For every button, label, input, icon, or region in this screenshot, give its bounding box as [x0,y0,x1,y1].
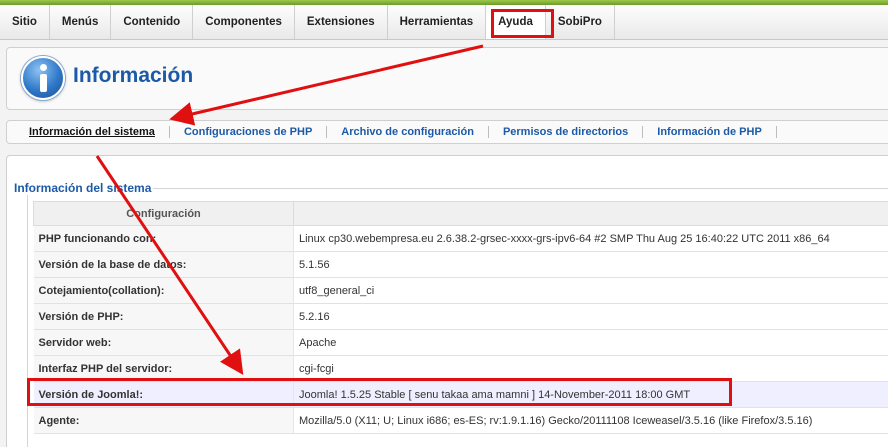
system-info-legend: Información del sistema [12,181,154,195]
tab-informacion-del-sistema[interactable]: Información del sistema [15,126,170,138]
row-key: PHP funcionando con: [33,225,294,252]
menu-item-componentes[interactable]: Componentes [193,5,295,39]
page-title: Información [73,64,194,87]
menu-item-contenido[interactable]: Contenido [111,5,194,39]
row-value: 5.2.16 [293,303,888,330]
table-row: Cotejamiento(collation): utf8_general_ci [33,277,888,304]
menu-item-menus[interactable]: Menús [50,5,112,39]
column-header-configuracion: Configuración [33,201,294,226]
menu-item-sitio[interactable]: Sitio [0,5,50,39]
row-value: Mozilla/5.0 (X11; U; Linux i686; es-ES; … [293,407,888,434]
tab-permisos-de-directorios[interactable]: Permisos de directorios [489,126,644,138]
row-key: Cotejamiento(collation): [33,277,294,304]
tab-archivo-de-configuracion[interactable]: Archivo de configuración [327,126,489,138]
table-row: Agente: Mozilla/5.0 (X11; U; Linux i686;… [33,407,888,434]
annotation-box-ayuda [491,9,554,38]
row-value: utf8_general_ci [293,277,888,304]
help-subnav: Información del sistema Configuraciones … [6,120,888,144]
row-value: 5.1.56 [293,251,888,278]
table-row: Versión de la base de datos: 5.1.56 [33,251,888,278]
row-key: Servidor web: [33,329,294,356]
row-key: Agente: [33,407,294,434]
info-icon [21,56,65,100]
menu-item-sobipro[interactable]: SobiPro [546,5,615,39]
row-value: Linux cp30.webempresa.eu 2.6.38.2-grsec-… [293,225,888,252]
table-row: Servidor web: Apache [33,329,888,356]
menu-item-herramientas[interactable]: Herramientas [388,5,487,39]
tab-configuraciones-de-php[interactable]: Configuraciones de PHP [170,126,328,138]
table-row: PHP funcionando con: Linux cp30.webempre… [33,225,888,252]
annotation-box-joomla-version [27,378,732,406]
page-header: Información [6,47,888,110]
admin-menubar: Sitio Menús Contenido Componentes Extens… [0,5,888,40]
row-value: Apache [293,329,888,356]
column-header-value [293,201,888,226]
tab-informacion-de-php[interactable]: Información de PHP [643,126,777,138]
row-key: Versión de la base de datos: [33,251,294,278]
row-key: Versión de PHP: [33,303,294,330]
menu-item-extensiones[interactable]: Extensiones [295,5,388,39]
table-row: Versión de PHP: 5.2.16 [33,303,888,330]
